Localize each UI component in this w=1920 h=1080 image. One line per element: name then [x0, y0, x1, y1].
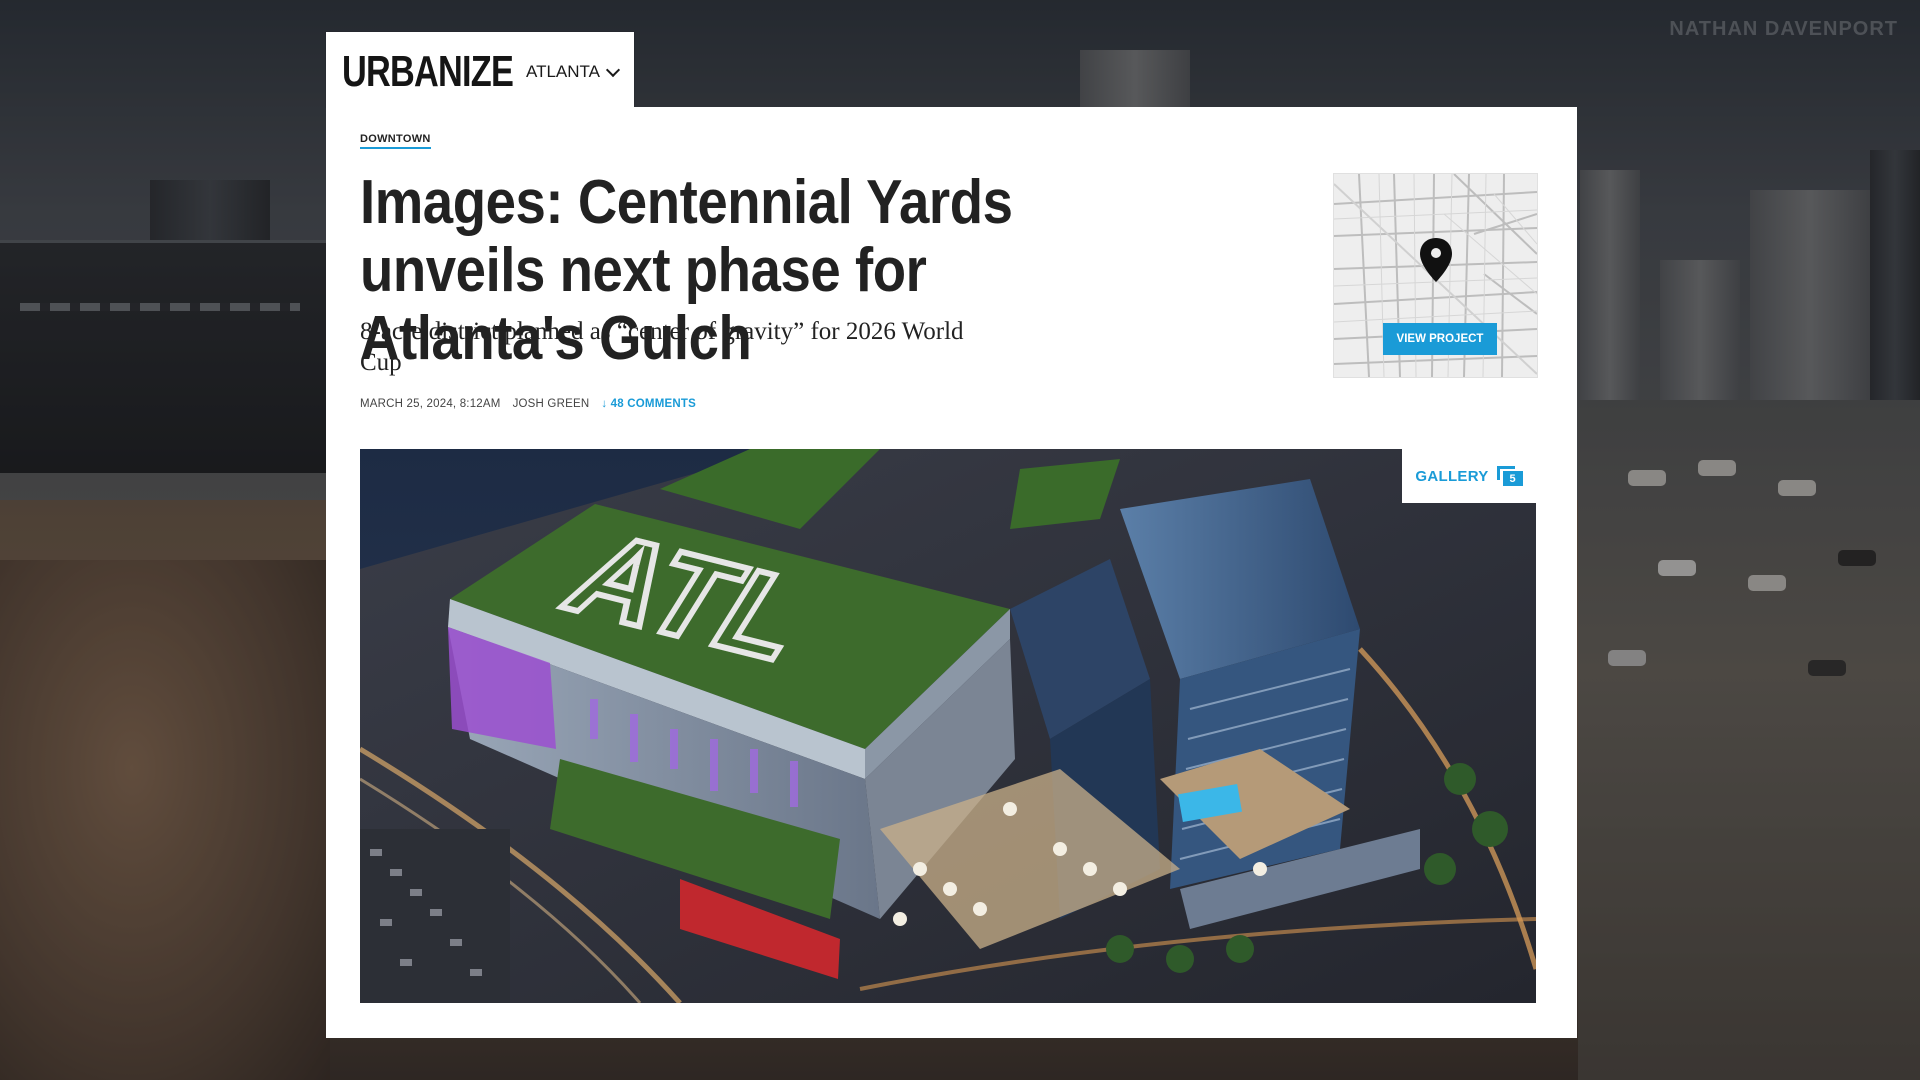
- gallery-count: 5: [1502, 471, 1523, 486]
- watermark: NATHAN DAVENPORT: [1669, 18, 1898, 40]
- category-tag[interactable]: DOWNTOWN: [360, 133, 431, 149]
- site-logo[interactable]: URBANIZE: [342, 50, 514, 94]
- gallery-button[interactable]: GALLERY 5: [1402, 449, 1536, 503]
- article-card: DOWNTOWN Images: Centennial Yards unveil…: [326, 107, 1577, 1038]
- author-name[interactable]: JOSH GREEN: [513, 398, 590, 410]
- site-header-tab: URBANIZE ATLANTA: [326, 32, 634, 107]
- project-map[interactable]: VIEW PROJECT: [1333, 173, 1538, 378]
- map-pin-icon: [1420, 238, 1452, 282]
- article-subtitle: 8-acre district planned as “center of gr…: [360, 318, 964, 376]
- article-meta: MARCH 25, 2024, 8:12AM JOSH GREEN ↓ 48 C…: [360, 398, 696, 410]
- gallery-icon: 5: [1496, 466, 1523, 486]
- gallery-label: GALLERY: [1415, 467, 1489, 485]
- rendering-illustration: ATL: [360, 449, 1536, 1003]
- view-project-button[interactable]: VIEW PROJECT: [1383, 323, 1497, 355]
- city-label: ATLANTA: [526, 62, 600, 81]
- chevron-down-icon: [605, 62, 621, 77]
- hero-image[interactable]: ATL GALLERY 5: [360, 449, 1536, 1003]
- publish-date: MARCH 25, 2024, 8:12AM: [360, 398, 501, 410]
- city-selector[interactable]: ATLANTA: [526, 62, 621, 82]
- comments-link[interactable]: ↓ 48 COMMENTS: [601, 398, 696, 410]
